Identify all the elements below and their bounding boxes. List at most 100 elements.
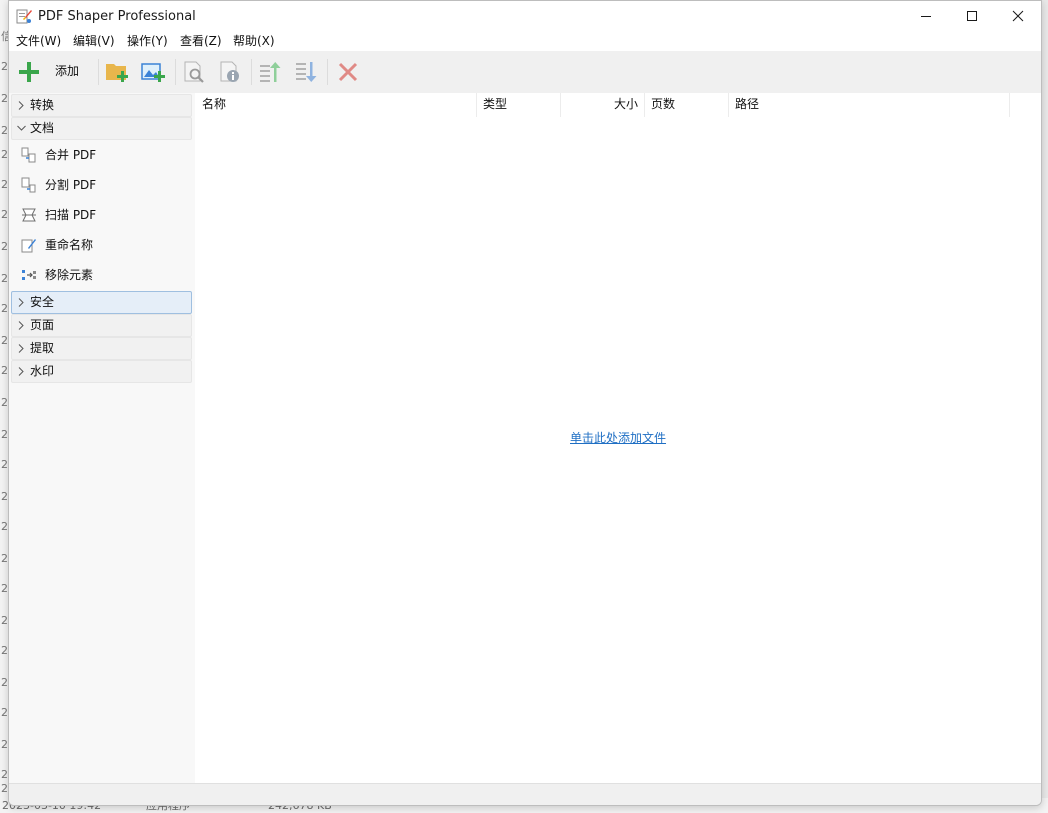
add-folder-button[interactable] xyxy=(102,57,132,87)
add-image-button[interactable] xyxy=(138,57,168,87)
column-label: 大小 xyxy=(613,97,638,111)
toolbar-separator xyxy=(251,59,252,85)
column-header-size[interactable]: 大小 xyxy=(561,93,645,117)
background-text: 2 xyxy=(1,768,8,781)
task-label: 重命名称 xyxy=(45,238,94,252)
category-label: 文档 xyxy=(30,121,55,135)
background-text: 信 xyxy=(1,30,8,43)
task-rename[interactable]: 重命名称 xyxy=(13,231,189,259)
move-up-icon xyxy=(260,62,281,82)
document-search-icon xyxy=(184,61,204,83)
split-icon xyxy=(21,177,36,193)
maximize-button[interactable] xyxy=(949,1,995,31)
toolbar-separator xyxy=(327,59,328,85)
background-text: 2 xyxy=(1,60,8,73)
scanner-icon xyxy=(22,208,36,222)
toolbar-separator xyxy=(98,59,99,85)
category-label: 转换 xyxy=(30,98,55,112)
add-image-icon xyxy=(141,63,165,82)
merge-icon xyxy=(21,147,36,163)
remove-elements-icon xyxy=(22,270,36,280)
move-down-button[interactable] xyxy=(291,57,321,87)
category-document[interactable]: 文档 xyxy=(11,117,192,140)
minimize-icon xyxy=(921,16,931,17)
menu-action[interactable]: 操作(Y) xyxy=(127,34,168,49)
minimize-button[interactable] xyxy=(903,1,949,31)
task-merge-pdf[interactable]: 合并 PDF xyxy=(13,141,189,169)
category-watermark[interactable]: 水印 xyxy=(11,360,192,383)
task-label: 合并 PDF xyxy=(45,148,97,162)
move-down-icon xyxy=(296,62,317,82)
chevron-down-icon xyxy=(17,125,26,131)
add-files-link[interactable]: 单击此处添加文件 xyxy=(570,431,666,446)
chevron-right-icon xyxy=(18,344,24,353)
background-text: 2 xyxy=(1,706,8,719)
chevron-right-icon xyxy=(18,367,24,376)
background-text: 2 xyxy=(1,428,8,441)
column-header-path[interactable]: 路径 xyxy=(729,93,1010,117)
plus-icon xyxy=(19,62,39,82)
close-icon xyxy=(1012,10,1024,22)
close-button[interactable] xyxy=(995,1,1041,31)
background-text: 2 xyxy=(1,364,8,377)
category-label: 提取 xyxy=(30,341,55,355)
background-text: 2 xyxy=(1,676,8,689)
task-label: 分割 PDF xyxy=(45,178,97,192)
background-text: 2 xyxy=(1,582,8,595)
background-text: 2 xyxy=(1,520,8,533)
background-text: 2 xyxy=(1,490,8,503)
column-label: 路径 xyxy=(735,97,760,111)
background-text: 2 xyxy=(1,302,8,315)
background-text: 2 xyxy=(1,272,8,285)
menu-help[interactable]: 帮助(X) xyxy=(233,34,275,49)
add-folder-icon xyxy=(106,64,128,82)
task-split-pdf[interactable]: 分割 PDF xyxy=(13,171,189,199)
task-scan-pdf[interactable]: 扫描 PDF xyxy=(13,201,189,229)
file-list[interactable]: 名称 类型 大小 页数 路径 单击此处添加文件 xyxy=(195,93,1041,783)
category-convert[interactable]: 转换 xyxy=(11,94,192,117)
add-button-label: 添加 xyxy=(55,64,80,78)
column-header-pages[interactable]: 页数 xyxy=(645,93,729,117)
background-text: 2 xyxy=(1,552,8,565)
category-label: 水印 xyxy=(30,364,55,378)
add-button[interactable]: 添加 xyxy=(13,57,93,87)
menu-view[interactable]: 查看(Z) xyxy=(180,34,222,49)
task-label: 移除元素 xyxy=(45,268,94,282)
background-text: 2 xyxy=(1,396,8,409)
app-window: PDF Shaper Professional 文件(W) 编辑(V) 操作(Y… xyxy=(8,0,1042,806)
menu-bar: 文件(W) 编辑(V) 操作(Y) 查看(Z) 帮助(X) xyxy=(9,31,1041,51)
app-logo-icon xyxy=(16,8,32,24)
delete-icon xyxy=(338,62,358,82)
preview-button[interactable] xyxy=(179,57,209,87)
task-sidebar: 转换 文档 合并 PDF 分割 PDF 扫描 PDF 重命名称 移除元素 安全 … xyxy=(9,93,196,783)
background-window-strip: 信 2 2 2 2 2 2 2 2 2 2 2 2 2 2 2 2 2 2 2 … xyxy=(0,0,8,813)
category-security[interactable]: 安全 xyxy=(11,291,192,314)
background-text: 2 xyxy=(1,614,8,627)
background-text: 2 xyxy=(1,208,8,221)
move-up-button[interactable] xyxy=(255,57,285,87)
chevron-right-icon xyxy=(18,298,24,307)
title-bar[interactable]: PDF Shaper Professional xyxy=(9,1,1041,31)
background-text: 2 xyxy=(1,334,8,347)
category-label: 安全 xyxy=(30,295,55,309)
column-label: 名称 xyxy=(202,97,227,111)
chevron-right-icon xyxy=(18,101,24,110)
background-text: 2 xyxy=(1,458,8,471)
background-text: 2 xyxy=(1,644,8,657)
background-text: 2 xyxy=(1,124,8,137)
task-label: 扫描 PDF xyxy=(45,208,97,222)
delete-button[interactable] xyxy=(333,57,363,87)
category-extract[interactable]: 提取 xyxy=(11,337,192,360)
menu-file[interactable]: 文件(W) xyxy=(16,34,61,49)
document-info-icon xyxy=(220,61,239,82)
toolbar: 添加 xyxy=(9,51,1041,94)
properties-button[interactable] xyxy=(215,57,245,87)
column-header-name[interactable]: 名称 xyxy=(195,93,477,117)
window-title: PDF Shaper Professional xyxy=(38,9,196,24)
task-remove-elements[interactable]: 移除元素 xyxy=(13,261,189,289)
column-header-type[interactable]: 类型 xyxy=(477,93,561,117)
menu-edit[interactable]: 编辑(V) xyxy=(73,34,115,49)
category-pages[interactable]: 页面 xyxy=(11,314,192,337)
maximize-icon xyxy=(967,11,977,21)
chevron-right-icon xyxy=(18,321,24,330)
